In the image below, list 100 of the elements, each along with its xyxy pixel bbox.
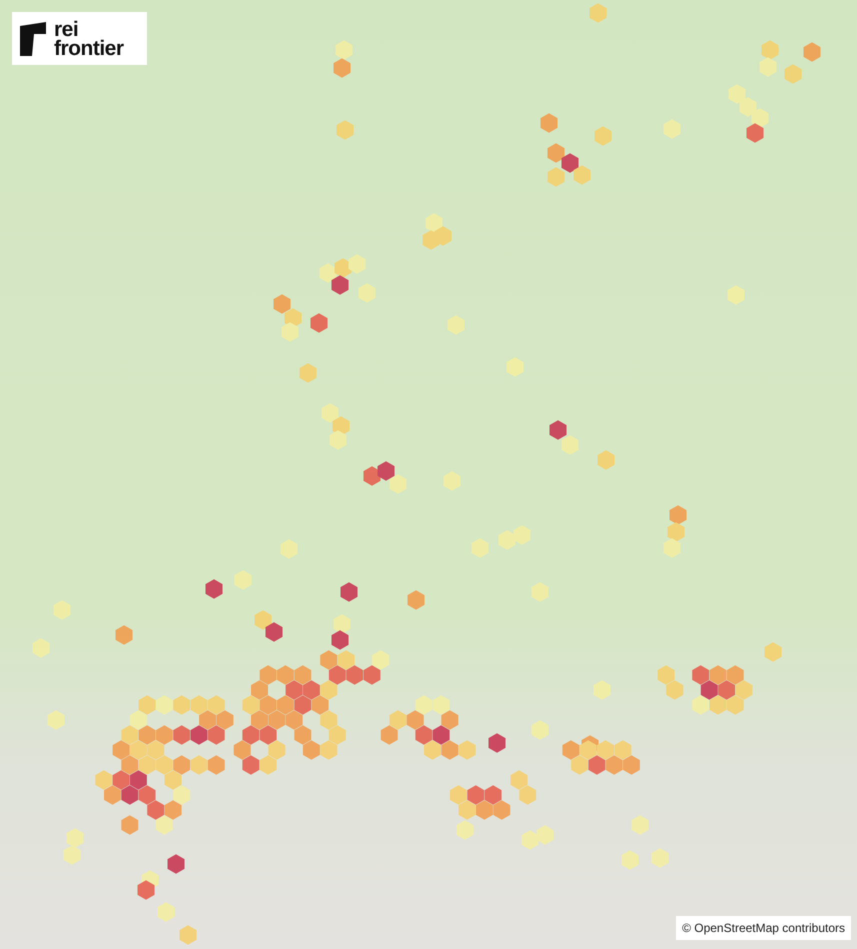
hexbin-cell: [286, 680, 303, 700]
hexbin-cell: [286, 710, 303, 730]
hexbin-cell: [294, 665, 312, 685]
hexbin-cell: [574, 165, 590, 185]
hexbin-cell: [121, 785, 138, 805]
hexbin-cell: [302, 680, 320, 700]
hexbin-cell: [190, 725, 208, 745]
hexbin-cell: [746, 123, 764, 143]
hexbin-cell: [130, 740, 147, 760]
hexbin-cell: [594, 126, 612, 146]
hexbin-cell: [346, 665, 364, 685]
hexbin-cell: [652, 848, 668, 868]
hexbin-cell: [623, 755, 640, 775]
hexbin-cell: [320, 650, 338, 670]
hexbin-cell: [121, 815, 138, 835]
hexbin-cell: [277, 665, 294, 685]
hexbin-cell: [358, 283, 376, 303]
hexbin-cell: [458, 800, 476, 820]
hexbin-cell: [467, 785, 484, 805]
hexbin-cell: [658, 665, 674, 685]
hexbin-cell: [348, 254, 366, 274]
hexbin-cell: [266, 622, 282, 642]
hexbin-cell: [664, 538, 680, 558]
hexbin-cell: [242, 755, 260, 775]
hexbin-cell: [519, 785, 536, 805]
hexbin-cell: [710, 695, 726, 715]
hexbin-cell: [156, 695, 173, 715]
hexbin-cell: [710, 665, 726, 685]
hexbin-cell: [484, 785, 502, 805]
hexbin-cell: [548, 167, 564, 187]
hexbin-cell: [234, 740, 251, 760]
hexbin-cell: [606, 755, 623, 775]
hexbin-cell: [284, 308, 302, 328]
hexbin-cell: [300, 363, 316, 383]
hexbin-cell: [112, 740, 130, 760]
hexbin-cell: [32, 638, 50, 658]
hexbin-cell: [726, 665, 744, 685]
hexbin-cell: [332, 630, 348, 650]
hexbin-cell: [476, 800, 493, 820]
hexbin-cell: [456, 820, 474, 840]
hexbin-cell: [588, 755, 606, 775]
hexbin-cell: [340, 582, 358, 602]
hexbin-cell: [312, 695, 328, 715]
hexbin-cell: [597, 740, 614, 760]
hexbin-cell: [488, 733, 506, 753]
hexbin-cell: [138, 880, 154, 900]
hexbin-cell: [622, 850, 638, 870]
hexbin-cell: [282, 322, 298, 342]
hexbin-cell: [268, 710, 286, 730]
hexbin-cell: [334, 258, 352, 278]
hexbin-cell: [66, 828, 84, 848]
hexbin-cell: [532, 582, 548, 602]
hexbin-cell: [173, 695, 190, 715]
hexbin-cell: [514, 525, 530, 545]
hexbin-cell: [147, 740, 164, 760]
hexbin-cell: [260, 695, 277, 715]
hexbin-cell: [208, 695, 225, 715]
hexbin-cell: [234, 570, 252, 590]
hexbin-cell: [522, 830, 538, 850]
hexbin-cell: [190, 695, 208, 715]
hexbin-cell: [548, 143, 564, 163]
hexbin-cell: [540, 113, 558, 133]
hexbin-cell: [320, 740, 338, 760]
hexbin-cell: [121, 725, 138, 745]
hexbin-cell: [332, 275, 348, 295]
hexbin-cell: [147, 800, 164, 820]
hexbin-cell: [670, 505, 686, 525]
hexbin-cell: [389, 710, 406, 730]
hexbin-cell: [208, 755, 225, 775]
hexbin-cell: [336, 40, 352, 60]
hexbin-cell: [432, 725, 450, 745]
hexbin-cell: [458, 740, 476, 760]
hexbin-cell: [164, 800, 182, 820]
hexbin-cell: [498, 530, 516, 550]
hexbin-cell: [116, 625, 132, 645]
hexbin-cell: [190, 755, 208, 775]
hexbin-cell: [432, 695, 450, 715]
hexbin-cell: [735, 680, 752, 700]
hexbin-cell: [216, 710, 234, 730]
hexbin-cell: [700, 680, 718, 700]
hexbin-cell: [334, 614, 350, 634]
hexbin-cell: [332, 416, 350, 436]
hexbin-cell: [692, 665, 710, 685]
hexbin-cell: [415, 695, 432, 715]
hexbin-cell: [328, 665, 346, 685]
hexbin-cell: [614, 740, 632, 760]
hexbin-cell: [320, 263, 336, 283]
hexbin-cell: [562, 740, 580, 760]
hexbin-cell: [260, 725, 277, 745]
hexbin-cell: [378, 461, 394, 481]
hexbin-cell: [242, 695, 260, 715]
hexbin-cell: [752, 108, 768, 128]
hexbin-cell: [294, 725, 312, 745]
hexbin-cell: [180, 925, 196, 945]
hexbin-cell: [54, 600, 70, 620]
hexbin-cell: [320, 680, 338, 700]
hexbin-cell: [277, 695, 294, 715]
hexbin-cell: [260, 755, 277, 775]
hexbin-cell: [138, 785, 156, 805]
hexbin-cell: [406, 710, 424, 730]
